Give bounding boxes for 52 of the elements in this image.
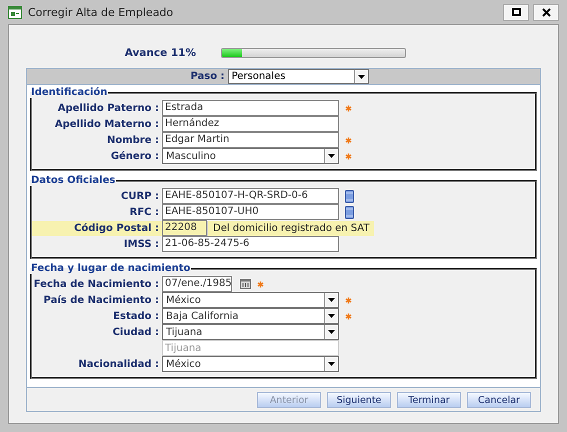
readonly-field[interactable]: Tijuana (162, 340, 339, 356)
hint-text: Del domicilio registrado en SAT (207, 220, 374, 236)
dropdown[interactable]: México (162, 356, 339, 372)
text-field[interactable]: 21-06-85-2475-6 (162, 236, 339, 252)
caret-icon (328, 314, 335, 318)
text-field[interactable]: 22208 (162, 220, 207, 236)
close-icon (542, 8, 550, 16)
caret-icon (328, 362, 335, 366)
dropdown[interactable]: Masculino (162, 148, 339, 164)
caret-icon (358, 74, 365, 78)
text-field[interactable]: Edgar Martin (162, 132, 339, 148)
field-label: País de Nacimiento : (42, 294, 160, 308)
action-button[interactable]: Terminar (397, 392, 461, 408)
action-button[interactable]: Cancelar (467, 392, 531, 408)
field-label: Estado : (112, 310, 160, 324)
book-icon[interactable] (345, 206, 354, 218)
field-label: CURP : (120, 190, 160, 204)
dropdown[interactable]: Tijuana (162, 324, 339, 340)
maximize-icon (512, 8, 520, 16)
dropdown[interactable]: México (162, 292, 339, 308)
field-label: IMSS : (122, 238, 160, 252)
section-title: Identificación (30, 87, 108, 98)
maximize-button[interactable] (503, 4, 529, 20)
field-label: RFC : (128, 206, 160, 220)
field-label: Nombre : (106, 134, 160, 148)
caret-icon (328, 154, 335, 158)
close-button[interactable] (533, 4, 559, 20)
field-label: Nacionalidad : (77, 358, 160, 372)
caret-icon (328, 330, 335, 334)
progress-label: Avance 11% (124, 47, 196, 59)
window-icon (8, 6, 22, 18)
dropdown[interactable]: Baja California (162, 308, 339, 324)
step-dropdown[interactable]: Personales (228, 69, 369, 84)
action-button[interactable]: Siguiente (327, 392, 391, 408)
step-label: Paso : (190, 71, 225, 82)
field-label: Código Postal : (32, 220, 162, 236)
calendar-icon[interactable] (240, 279, 251, 289)
field-label: Género : (110, 150, 160, 164)
section-title: Fecha y lugar de nacimiento (30, 263, 192, 274)
date-field[interactable]: 07/ene./1985 (162, 276, 232, 292)
field-label: Fecha de Nacimiento : (32, 278, 160, 292)
field-label: Apellido Paterno : (56, 102, 160, 116)
section-title: Datos Oficiales (30, 175, 116, 186)
text-field[interactable]: EAHE-850107-H-QR-SRD-0-6 (162, 188, 339, 204)
text-field[interactable]: Hernández (162, 116, 339, 132)
book-icon[interactable] (345, 190, 354, 202)
text-field[interactable]: Estrada (162, 100, 339, 116)
field-label: Apellido Materno : (54, 118, 160, 132)
caret-icon (328, 298, 335, 302)
window-title: Corregir Alta de Empleado (28, 6, 174, 18)
field-label: Ciudad : (112, 326, 160, 340)
text-field[interactable]: EAHE-850107-UH0 (162, 204, 339, 220)
